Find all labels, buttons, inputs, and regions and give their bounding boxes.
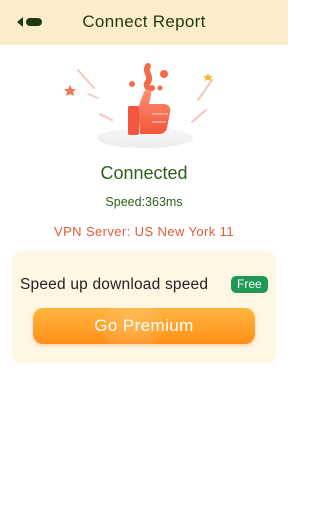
- connection-status: Connected: [100, 163, 188, 183]
- free-badge: Free: [231, 276, 268, 293]
- go-premium-label: Go Premium: [94, 316, 194, 335]
- premium-promo-card: Speed up download speed Free Go Premium: [12, 251, 276, 363]
- vpn-server-label: VPN Server: US New York 11: [54, 224, 234, 239]
- page-title: Connect Report: [82, 12, 206, 31]
- go-premium-button[interactable]: Go Premium: [33, 308, 255, 344]
- promo-text: Speed up download speed: [20, 276, 209, 293]
- thumbs-up-illustration: [64, 63, 213, 148]
- speed-readout: Speed:363ms: [105, 195, 183, 209]
- header-bar: Connect Report: [0, 0, 288, 45]
